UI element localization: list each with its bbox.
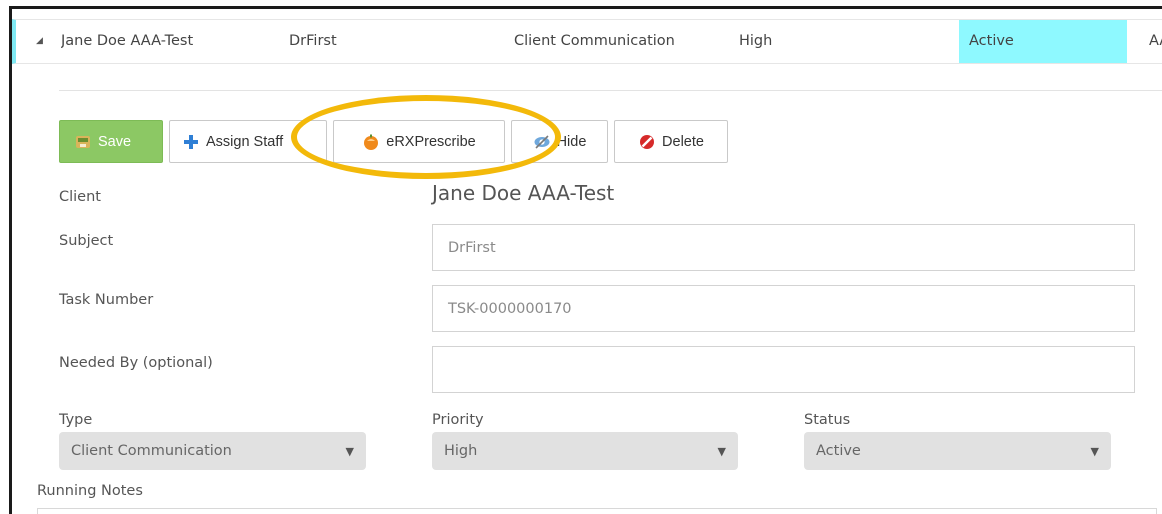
- needed-by-label: Needed By (optional): [59, 355, 213, 371]
- row-client: Jane Doe AAA-Test: [61, 33, 194, 49]
- subject-label: Subject: [59, 233, 114, 249]
- erx-prescribe-button[interactable]: eRXPrescribe: [333, 120, 505, 163]
- status-select[interactable]: Active ▼: [804, 432, 1111, 470]
- chevron-down-icon: ▼: [345, 444, 354, 458]
- row-type: Client Communication: [514, 33, 675, 49]
- type-select[interactable]: Client Communication ▼: [59, 432, 366, 470]
- hide-button[interactable]: Hide: [511, 120, 608, 163]
- row-priority: High: [739, 33, 773, 49]
- priority-select[interactable]: High ▼: [432, 432, 738, 470]
- status-label: Status: [804, 412, 851, 428]
- toolbar: Save Assign Staff eRXPrescribe Hide Dele…: [59, 120, 728, 163]
- task-number-label: Task Number: [59, 292, 154, 308]
- priority-label: Priority: [432, 412, 484, 428]
- chevron-down-icon: ▼: [717, 444, 726, 458]
- client-label: Client: [59, 189, 101, 205]
- hide-label: Hide: [556, 133, 587, 150]
- priority-select-value: High: [444, 443, 478, 459]
- plus-icon: [182, 133, 200, 151]
- eye-hide-icon: [533, 133, 551, 151]
- type-label: Type: [59, 412, 93, 428]
- save-button[interactable]: Save: [59, 120, 163, 163]
- row-extra: AAA: [1149, 33, 1162, 49]
- delete-label: Delete: [662, 133, 704, 150]
- chevron-down-icon: ▼: [1090, 444, 1099, 458]
- client-value: Jane Doe AAA-Test: [432, 181, 615, 205]
- row-subject: DrFirst: [289, 33, 337, 49]
- needed-by-field[interactable]: [432, 346, 1135, 393]
- task-row[interactable]: ◢ Jane Doe AAA-Test DrFirst Client Commu…: [12, 19, 1162, 64]
- save-label: Save: [98, 133, 132, 150]
- divider: [59, 90, 1162, 91]
- running-notes-label: Running Notes: [37, 483, 143, 499]
- running-notes-input[interactable]: [37, 508, 1157, 514]
- delete-button[interactable]: Delete: [614, 120, 728, 163]
- subject-field[interactable]: DrFirst: [432, 224, 1135, 271]
- assign-staff-label: Assign Staff: [206, 133, 284, 150]
- type-select-value: Client Communication: [71, 443, 232, 459]
- task-number-field[interactable]: TSK-0000000170: [432, 285, 1135, 332]
- erx-pill-icon: [362, 133, 380, 151]
- erx-prescribe-label: eRXPrescribe: [386, 133, 476, 150]
- triangle-expanded-icon[interactable]: ◢: [36, 20, 50, 63]
- save-icon: [74, 133, 92, 151]
- assign-staff-button[interactable]: Assign Staff: [169, 120, 327, 163]
- status-select-value: Active: [816, 443, 861, 459]
- task-panel: ◢ Jane Doe AAA-Test DrFirst Client Commu…: [9, 6, 1162, 514]
- delete-icon: [638, 133, 656, 151]
- row-status: Active: [959, 20, 1127, 63]
